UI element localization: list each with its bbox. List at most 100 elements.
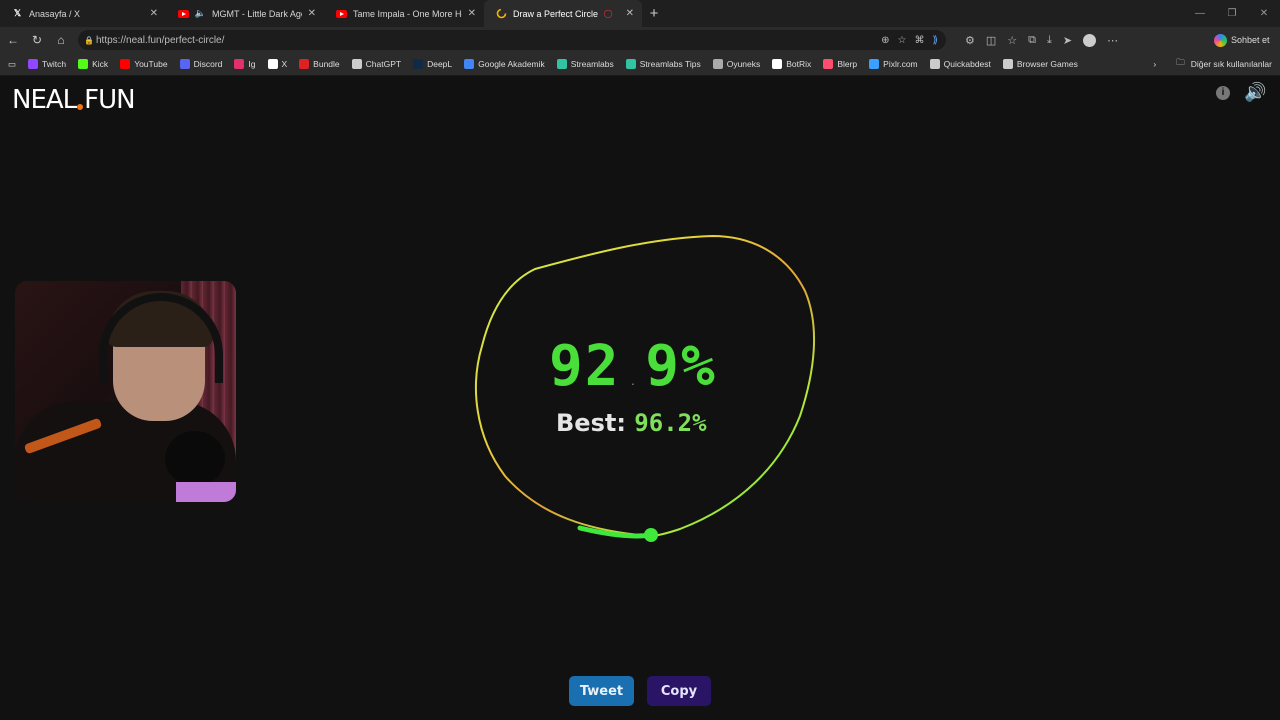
x-logo-icon: 𝕏 [13, 8, 22, 18]
favorites-icon[interactable]: ☆ [1007, 34, 1017, 47]
bookmark-streamlabs-tips[interactable]: Streamlabs Tips [620, 59, 707, 69]
tab-mgmt[interactable]: 🔈 MGMT - Little Dark Age (Offic ✕ [166, 0, 324, 27]
bookmark-favicon-icon [413, 59, 424, 69]
bookmark-ig[interactable]: Ig [228, 59, 261, 69]
bookmark-discord[interactable]: Discord [174, 59, 229, 69]
favorite-star-icon[interactable]: ☆ [897, 35, 906, 46]
bookmark-favicon-icon [120, 59, 131, 69]
lock-icon[interactable]: 🔒 [84, 36, 94, 45]
record-icon: ◯ [603, 9, 613, 18]
best-score: Best: 96.2% [556, 409, 707, 437]
bookmark-label: Oyuneks [726, 59, 761, 69]
bookmark-chatgpt[interactable]: ChatGPT [346, 59, 407, 69]
bookmark-bundle[interactable]: Bundle [293, 59, 345, 69]
tab-title: Draw a Perfect Circle [513, 8, 599, 19]
address-bar[interactable]: 🔒 https://neal.fun/perfect-circle/ ⊕ ☆ ⌘… [78, 30, 946, 50]
tab-title: Tame Impala - One More Hour (O [353, 8, 462, 19]
maximize-icon[interactable]: ❐ [1216, 8, 1248, 19]
bookmark-deepl[interactable]: DeepL [407, 59, 458, 69]
tab-strip: 𝕏 Anasayfa / X ✕ 🔈 MGMT - Little Dark Ag… [0, 0, 1280, 27]
bookmark-favicon-icon [179, 59, 190, 69]
bookmark-quickabdest[interactable]: Quickabdest [924, 59, 997, 69]
close-tab-icon[interactable]: ✕ [308, 8, 316, 19]
tab-tame-impala[interactable]: Tame Impala - One More Hour (O ✕ [324, 0, 484, 27]
bookmark-label: Bundle [313, 59, 340, 69]
bookmark-favicon-icon [1002, 59, 1013, 69]
collections-icon[interactable]: ⧉ [1028, 34, 1036, 47]
bookmark-favicon-icon [234, 59, 245, 69]
split-screen-icon[interactable]: ◫ [986, 34, 996, 47]
bookmark-pixlr-com[interactable]: Pixlr.com [863, 59, 923, 69]
close-window-icon[interactable]: ✕ [1248, 8, 1280, 19]
zoom-icon[interactable]: ⊕ [881, 35, 889, 46]
bookmark-streamlabs[interactable]: Streamlabs [551, 59, 620, 69]
bookmark-label: X [281, 59, 288, 69]
bookmark-favicon-icon [772, 59, 783, 69]
collections-toggle-icon[interactable]: ▭ [0, 59, 22, 70]
extensions-icon[interactable]: ⚙ [965, 34, 975, 47]
score-decimal: 9% [645, 334, 717, 399]
bookmark-browser-games[interactable]: Browser Games [997, 59, 1084, 69]
tweet-button[interactable]: Tweet [569, 676, 634, 706]
bookmark-favicon-icon [712, 59, 723, 69]
speaker-icon[interactable]: 🔈 [195, 8, 206, 19]
profile-avatar[interactable] [1083, 33, 1097, 47]
other-favorites-label[interactable]: Diğer sık kullanılanlar [1191, 59, 1272, 69]
bookmark-blerp[interactable]: Blerp [817, 59, 863, 69]
loading-icon [496, 8, 507, 19]
close-tab-icon[interactable]: ✕ [626, 8, 634, 19]
new-tab-button[interactable]: + [642, 5, 666, 22]
bookmark-twitch[interactable]: Twitch [22, 59, 72, 69]
home-icon[interactable]: ⌂ [49, 33, 73, 47]
close-tab-icon[interactable]: ✕ [150, 8, 158, 19]
tab-title: Anasayfa / X [29, 8, 81, 19]
tab-perfect-circle[interactable]: Draw a Perfect Circle ◯ ✕ [484, 0, 642, 27]
share-icon[interactable]: ➤ [1063, 34, 1072, 47]
bookmark-favicon-icon [464, 59, 475, 69]
bookmark-label: ChatGPT [365, 59, 402, 69]
more-menu-icon[interactable]: ⋯ [1107, 34, 1118, 47]
minimize-icon[interactable]: — [1184, 8, 1216, 19]
bookmark-label: Discord [193, 59, 223, 69]
refresh-icon[interactable]: ↻ [25, 33, 49, 47]
bookmark-x[interactable]: X [262, 59, 294, 69]
bookmark-youtube[interactable]: YouTube [114, 59, 173, 69]
bookmark-label: BotRix [786, 59, 812, 69]
best-label: Best: [556, 409, 626, 437]
bookmark-google-akademik[interactable]: Google Akademik [458, 59, 551, 69]
bookmark-favicon-icon [556, 59, 567, 69]
bookmark-label: DeepL [427, 59, 453, 69]
bookmark-favicon-icon [823, 59, 834, 69]
bookmark-label: Browser Games [1016, 59, 1078, 69]
url-text: https://neal.fun/perfect-circle/ [96, 34, 225, 46]
back-icon[interactable]: ← [1, 33, 25, 47]
gamepad-icon[interactable]: ⌘ [914, 35, 924, 46]
tab-x[interactable]: 𝕏 Anasayfa / X ✕ [0, 0, 166, 27]
stroke-end-dot [644, 528, 658, 542]
copilot-icon [1214, 33, 1227, 47]
tab-title: MGMT - Little Dark Age (Offic [212, 8, 302, 19]
downloads-icon[interactable]: ⤓ [1047, 34, 1052, 47]
youtube-icon [178, 8, 189, 19]
decimal-point: . [630, 378, 636, 387]
read-aloud-icon[interactable]: ⟫ [932, 35, 938, 46]
bookmark-label: Streamlabs Tips [639, 59, 701, 69]
copilot-button[interactable]: Sohbet et [1214, 32, 1270, 48]
accuracy-score: 92. 9% [549, 334, 717, 399]
bookmark-label: Blerp [837, 59, 858, 69]
bookmark-label: Pixlr.com [883, 59, 918, 69]
folder-icon: 🗀 [1176, 57, 1185, 67]
bookmark-kick[interactable]: Kick [72, 59, 114, 69]
bookmark-favicon-icon [28, 59, 39, 69]
copy-button[interactable]: Copy [647, 676, 711, 706]
bookmark-favicon-icon [929, 59, 940, 69]
bookmark-label: Google Akademik [478, 59, 545, 69]
bookmark-botrix[interactable]: BotRix [766, 59, 817, 69]
bookmark-favicon-icon [267, 59, 278, 69]
close-tab-icon[interactable]: ✕ [468, 8, 476, 19]
bookmark-oyuneks[interactable]: Oyuneks [707, 59, 767, 69]
bookmark-label: Twitch [42, 59, 67, 69]
bookmarks-overflow-icon[interactable]: › [1153, 59, 1156, 69]
window-controls: — ❐ ✕ [1184, 0, 1280, 27]
bookmark-label: Streamlabs [570, 59, 614, 69]
